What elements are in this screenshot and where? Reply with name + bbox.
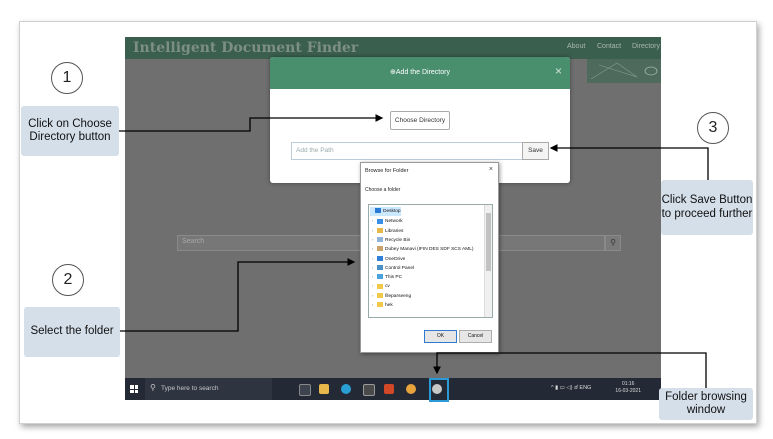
app-header: Intelligent Document Finder About Contac… — [125, 37, 661, 59]
desktop-icon — [375, 208, 381, 214]
folder-tree-item[interactable]: › This PC — [372, 272, 402, 281]
modal-header: ⊕Add the Directory × — [270, 57, 570, 89]
step-2-callout: Select the folder — [24, 307, 120, 357]
folder-tree-item[interactable]: › Dubey Manavi (IFIN DES SDF SCS AML) — [372, 244, 474, 253]
powerpoint-icon[interactable] — [384, 384, 394, 394]
clock-time: 01:16 — [621, 381, 635, 387]
folder-tree-item-label: This PC — [385, 275, 403, 281]
hero-graphic — [587, 59, 661, 83]
folder-tree-item-label: cv — [385, 284, 390, 290]
windows-taskbar: Type here to search ⚲ ^ ▮ ▭ ◁) ⅆ ENG 01:… — [125, 378, 661, 402]
folder-tree-item[interactable]: › Network — [372, 216, 403, 225]
folder-tree-item-label: OneDrive — [385, 256, 406, 262]
search-button[interactable]: ⚲ — [605, 235, 621, 251]
clock[interactable]: 01:16 16-03-2021 — [615, 381, 641, 395]
computer-icon — [377, 274, 383, 280]
dialog-instruction: Choose a folder — [365, 187, 401, 193]
clock-date: 16-03-2021 — [615, 388, 641, 394]
nav-directory[interactable]: Directory — [632, 43, 660, 50]
taskbar-search[interactable]: Type here to search ⚲ — [145, 378, 272, 400]
folder-tree-item[interactable]: › Libraries — [372, 226, 403, 235]
folder-tree-item-label: Libraries — [385, 228, 404, 234]
choose-directory-button[interactable]: Choose Directory — [390, 111, 450, 130]
folder-tree-item-label: Desktop — [383, 209, 401, 214]
windows-start-icon[interactable] — [130, 385, 138, 393]
folder-tree[interactable]: › hek › fileparseeng › cv › This PC › Control Pan… — [368, 204, 493, 318]
control-panel-icon — [377, 265, 383, 271]
modal-title: ⊕Add the Directory — [270, 68, 570, 76]
step-3-callout: Click Save Button to proceed further — [661, 180, 753, 235]
folder-icon — [377, 292, 383, 298]
folder-tree-item-label: Recycle Bin — [385, 237, 411, 243]
taskbar-highlight — [429, 378, 449, 402]
step-2-circle: 2 — [52, 264, 84, 296]
user-icon — [377, 246, 383, 252]
language-indicator[interactable]: ENG — [579, 385, 591, 391]
scrollbar[interactable] — [484, 205, 492, 317]
step-3-circle: 3 — [697, 112, 729, 144]
close-icon[interactable]: × — [555, 64, 562, 78]
taskbar-search-placeholder: Type here to search — [161, 385, 219, 392]
chrome-icon[interactable] — [406, 384, 416, 394]
dialog-close-icon[interactable]: × — [489, 166, 493, 173]
folder-tree-item[interactable]: › OneDrive — [372, 254, 405, 263]
task-view-icon[interactable] — [299, 384, 311, 396]
save-button[interactable]: Save — [522, 142, 549, 160]
folder-tree-item[interactable]: Desktop — [370, 207, 401, 216]
search-placeholder: Search — [182, 238, 205, 245]
path-input[interactable]: Add the Path — [291, 142, 523, 160]
folder-tree-item-label: fileparseeng — [385, 293, 412, 299]
folder-icon — [377, 283, 383, 289]
scrollbar-thumb[interactable] — [486, 213, 491, 271]
terminal-icon[interactable] — [363, 384, 375, 396]
cancel-button[interactable]: Cancel — [459, 330, 492, 343]
nav-about[interactable]: About — [567, 43, 585, 50]
network-icon — [377, 218, 383, 224]
library-icon — [377, 227, 383, 233]
dialog-title: Browse for Folder — [365, 168, 409, 174]
nav-contact[interactable]: Contact — [597, 43, 621, 50]
step-1-callout: Click on Choose Directory button — [21, 106, 119, 156]
ok-button[interactable]: OK — [424, 330, 457, 343]
file-explorer-icon[interactable] — [319, 384, 329, 394]
folder-tree-item-label: hek — [385, 303, 393, 308]
folder-tree-item[interactable]: › hek — [372, 300, 393, 309]
edge-icon[interactable] — [341, 384, 351, 394]
network-graphic-icon — [590, 62, 658, 80]
path-placeholder: Add the Path — [296, 147, 334, 154]
folder-icon — [377, 302, 383, 308]
folder-tree-item-label: Network — [385, 219, 403, 225]
folder-tree-item[interactable]: › fileparseeng — [372, 291, 411, 300]
folder-tree-item-label: Dubey Manavi (IFIN DES SDF SCS AML) — [385, 247, 474, 253]
folder-tree-item[interactable]: › cv — [372, 281, 390, 290]
system-tray[interactable]: ^ ▮ ▭ ◁) ⅆ ENG — [551, 385, 591, 391]
folder-tree-item[interactable]: › Control Panel — [372, 263, 414, 272]
browse-for-folder-dialog: Browse for Folder × Choose a folder › hek… — [360, 162, 499, 353]
app-title: Intelligent Document Finder — [133, 40, 359, 56]
folder-browsing-callout: Folder browsing window — [659, 388, 753, 420]
search-icon: ⚲ — [610, 238, 616, 247]
search-icon: ⚲ — [150, 383, 156, 392]
folder-tree-item-label: Control Panel — [385, 265, 415, 271]
modal-title-text: Add the Directory — [395, 69, 450, 76]
onedrive-icon — [377, 255, 383, 261]
recycle-bin-icon — [377, 237, 383, 243]
folder-tree-item[interactable]: › Recycle Bin — [372, 235, 410, 244]
step-1-circle: 1 — [51, 62, 83, 94]
